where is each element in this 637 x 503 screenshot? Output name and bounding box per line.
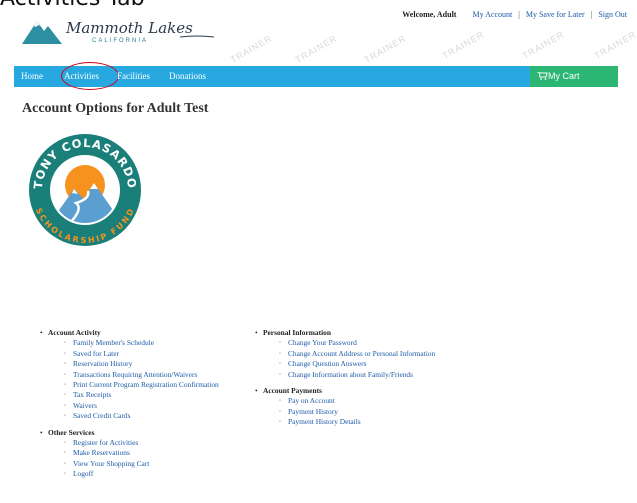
nav-home[interactable]: Home bbox=[21, 71, 43, 81]
saved-for-later-link[interactable]: Saved for Later bbox=[38, 349, 219, 360]
change-password-link[interactable]: Change Your Password bbox=[253, 338, 435, 349]
account-activity-heading: Account Activity bbox=[38, 328, 219, 339]
payment-history-details-link[interactable]: Payment History Details bbox=[253, 417, 435, 428]
my-account-link[interactable]: My Account bbox=[472, 10, 512, 19]
left-options-column: Account Activity Family Member's Schedul… bbox=[38, 328, 219, 480]
register-for-activities-link[interactable]: Register for Activities bbox=[38, 438, 219, 449]
nav-donations[interactable]: Donations bbox=[169, 71, 206, 81]
waivers-link[interactable]: Waivers bbox=[38, 401, 219, 412]
separator: | bbox=[518, 10, 520, 19]
shopping-cart-icon bbox=[537, 72, 548, 80]
trainer-watermark: TRAINER bbox=[293, 33, 339, 65]
other-services-heading: Other Services bbox=[38, 428, 219, 439]
payment-history-link[interactable]: Payment History bbox=[253, 407, 435, 418]
trainer-watermark: TRAINER bbox=[440, 29, 486, 61]
separator: | bbox=[590, 10, 593, 19]
mammoth-lakes-logo[interactable]: Mammoth Lakes CALIFORNIA bbox=[22, 17, 214, 49]
transactions-attention-link[interactable]: Transactions Requiring Attention/Waivers bbox=[38, 370, 219, 381]
saved-credit-cards-link[interactable]: Saved Credit Cards bbox=[38, 411, 219, 422]
view-shopping-cart-link[interactable]: View Your Shopping Cart bbox=[38, 459, 219, 470]
nav-facilities[interactable]: Facilities bbox=[117, 71, 150, 81]
pay-on-account-link[interactable]: Pay on Account bbox=[253, 396, 435, 407]
family-members-schedule-link[interactable]: Family Member's Schedule bbox=[38, 338, 219, 349]
trainer-watermark: TRAINER bbox=[520, 29, 566, 61]
main-navbar: Home Activities Facilities Donations My … bbox=[14, 62, 618, 90]
cart-label: My Cart bbox=[548, 71, 580, 81]
mountain-icon bbox=[22, 21, 62, 44]
logo-underline bbox=[180, 35, 214, 38]
trainer-watermark: TRAINER bbox=[362, 33, 408, 65]
image-caption: Activities Tab bbox=[0, 0, 145, 11]
trainer-watermark: TRAINER bbox=[592, 29, 637, 61]
tax-receipts-link[interactable]: Tax Receipts bbox=[38, 390, 219, 401]
print-confirmation-link[interactable]: Print Current Program Registration Confi… bbox=[38, 380, 219, 391]
account-links: Welcome, Adult My Account | My Save for … bbox=[402, 10, 627, 19]
activities-highlight-circle bbox=[61, 62, 119, 90]
sign-out-link[interactable]: Sign Out bbox=[598, 10, 627, 19]
scholarship-badge: TONY COLASARDO SCHOLARSHIP FUND bbox=[29, 134, 141, 246]
account-payments-heading: Account Payments bbox=[253, 386, 435, 397]
trainer-watermark: TRAINER bbox=[228, 33, 274, 65]
logoff-link[interactable]: Logoff bbox=[38, 469, 219, 480]
change-address-link[interactable]: Change Account Address or Personal Infor… bbox=[253, 349, 435, 360]
change-question-answers-link[interactable]: Change Question Answers bbox=[253, 359, 435, 370]
welcome-text: Welcome, Adult bbox=[402, 10, 457, 19]
my-save-for-later-link[interactable]: My Save for Later bbox=[526, 10, 585, 19]
my-cart-button[interactable]: My Cart bbox=[530, 66, 618, 87]
make-reservations-link[interactable]: Make Reservations bbox=[38, 448, 219, 459]
right-options-column: Personal Information Change Your Passwor… bbox=[253, 328, 435, 428]
change-family-info-link[interactable]: Change Information about Family/Friends bbox=[253, 370, 435, 381]
reservation-history-link[interactable]: Reservation History bbox=[38, 359, 219, 370]
personal-information-heading: Personal Information bbox=[253, 328, 435, 339]
page-title: Account Options for Adult Test bbox=[22, 101, 209, 116]
brand-name: Mammoth Lakes bbox=[66, 19, 193, 37]
brand-subtitle: CALIFORNIA bbox=[92, 38, 149, 44]
